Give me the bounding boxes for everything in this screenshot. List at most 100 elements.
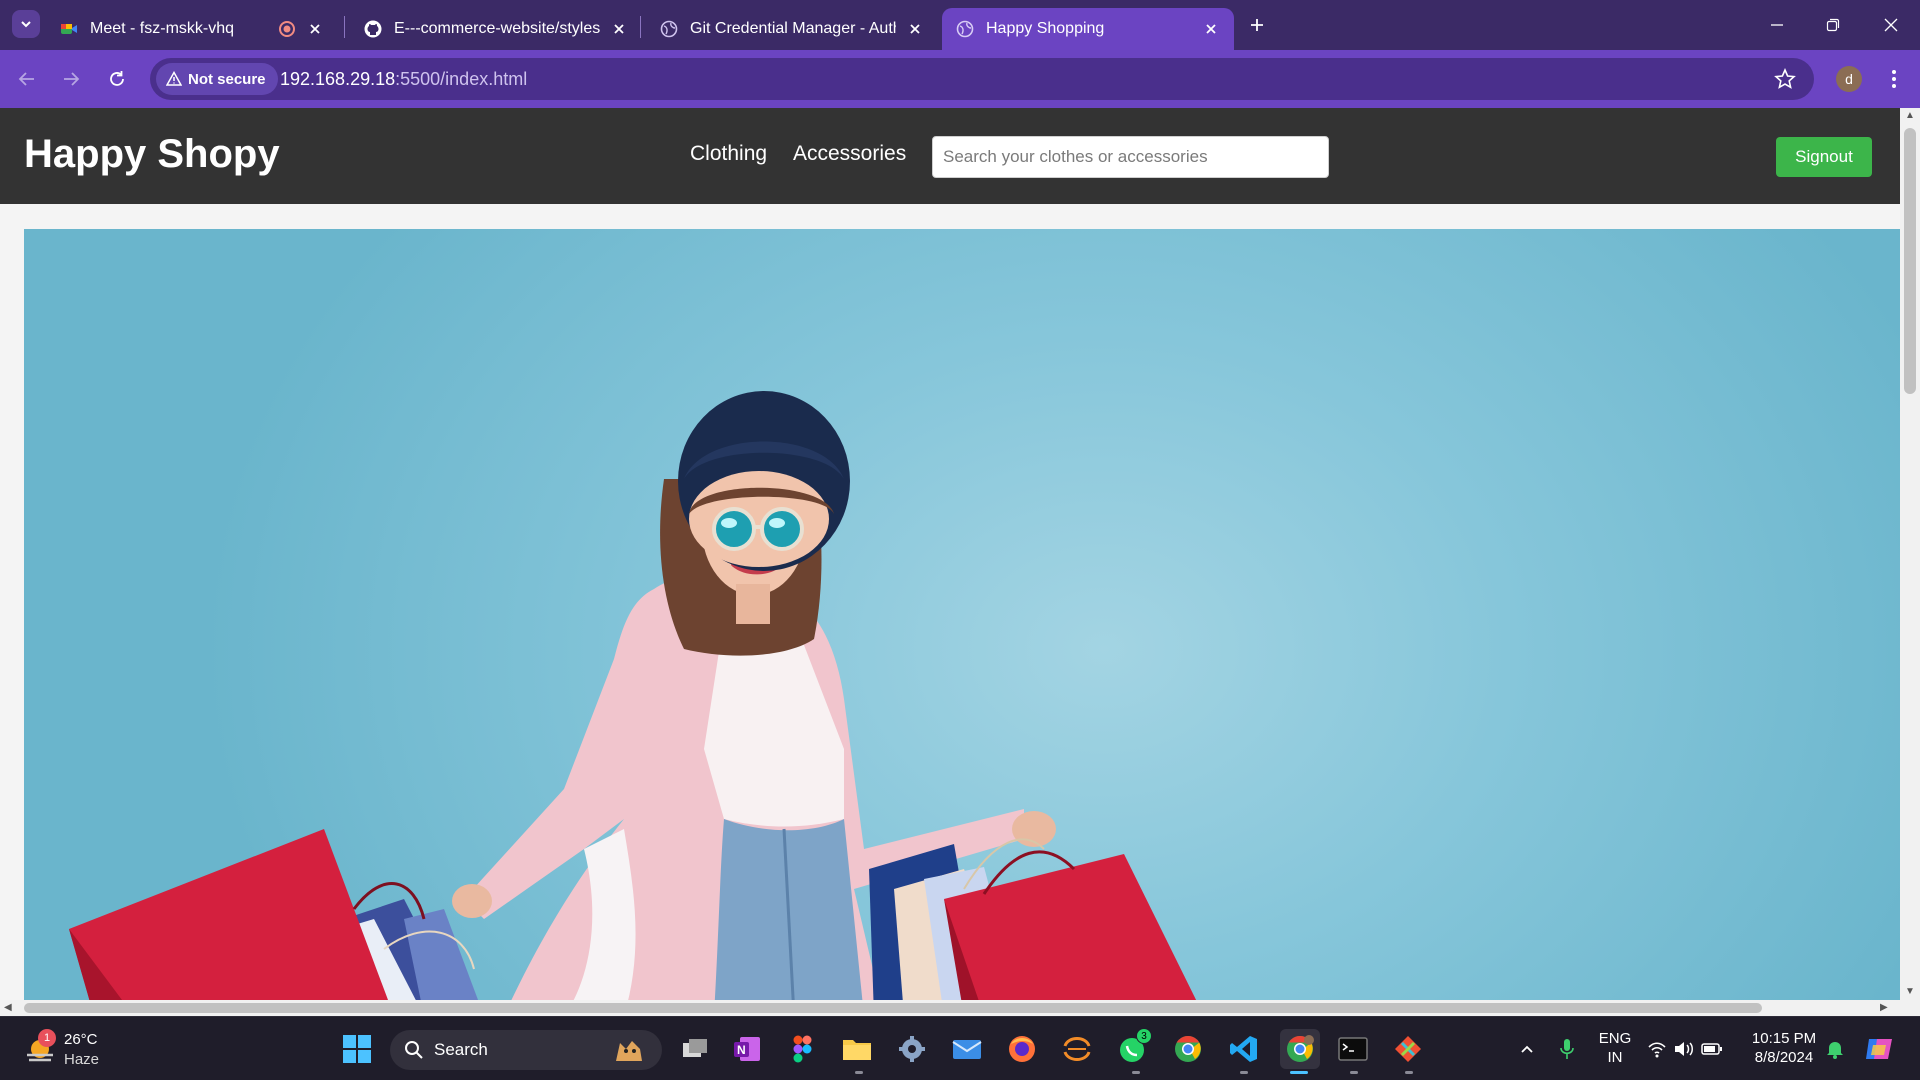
tab-happy-shopping[interactable]: Happy Shopping bbox=[942, 8, 1234, 50]
firefox-app[interactable] bbox=[1005, 1032, 1039, 1066]
scroll-right-icon[interactable]: ▶ bbox=[1880, 1002, 1888, 1013]
recording-icon bbox=[278, 20, 296, 38]
copilot-icon bbox=[1866, 1039, 1892, 1059]
settings-app[interactable] bbox=[895, 1032, 929, 1066]
new-tab-button[interactable] bbox=[1244, 12, 1270, 38]
tab-title: Happy Shopping bbox=[986, 20, 1105, 37]
url-text[interactable]: 192.168.29.18:5500/index.html bbox=[280, 69, 527, 90]
git-icon bbox=[1395, 1036, 1421, 1062]
reload-icon bbox=[110, 71, 124, 86]
network-volume-battery[interactable] bbox=[1645, 1032, 1725, 1066]
volume-icon bbox=[1675, 1042, 1693, 1056]
star-icon bbox=[1774, 67, 1796, 89]
plus-icon bbox=[1251, 19, 1263, 31]
nav-link-accessories[interactable]: Accessories bbox=[793, 142, 906, 166]
more-vertical-icon bbox=[1892, 70, 1896, 88]
microphone-button[interactable] bbox=[1550, 1032, 1584, 1066]
bookmark-star-button[interactable] bbox=[1774, 67, 1796, 90]
url-path: :5500/index.html bbox=[395, 69, 528, 89]
whatsapp-app[interactable]: 3 bbox=[1116, 1028, 1152, 1066]
site-logo[interactable]: Happy Shopy bbox=[24, 132, 280, 177]
chrome-icon bbox=[1287, 1035, 1314, 1062]
tab-search-button[interactable] bbox=[12, 10, 40, 38]
close-icon[interactable] bbox=[906, 20, 924, 38]
language-indicator[interactable]: ENG IN bbox=[1594, 1029, 1636, 1067]
close-icon bbox=[1884, 18, 1898, 32]
show-hidden-icons-button[interactable] bbox=[1510, 1032, 1544, 1066]
hero-banner-image bbox=[24, 229, 1900, 1016]
firefox-icon bbox=[1009, 1036, 1035, 1062]
browser-menu-button[interactable] bbox=[1884, 66, 1904, 92]
mail-icon bbox=[952, 1040, 982, 1059]
chrome-icon bbox=[1175, 1035, 1201, 1062]
running-indicator bbox=[1240, 1071, 1248, 1074]
scroll-down-icon[interactable]: ▼ bbox=[1905, 986, 1915, 997]
onenote-app[interactable]: N bbox=[730, 1032, 764, 1066]
address-bar[interactable]: Not secure 192.168.29.18:5500/index.html bbox=[150, 58, 1814, 100]
reload-button[interactable] bbox=[102, 64, 132, 94]
site-header: Happy Shopy Clothing Accessories Signout bbox=[0, 108, 1900, 204]
weather-widget[interactable]: 1 26°C Haze bbox=[22, 1029, 122, 1069]
running-indicator bbox=[1350, 1071, 1358, 1074]
figma-app[interactable] bbox=[786, 1032, 820, 1066]
language-region: IN bbox=[1607, 1049, 1623, 1066]
back-button[interactable] bbox=[12, 64, 42, 94]
taskbar-search[interactable]: Search bbox=[390, 1030, 662, 1070]
security-chip[interactable]: Not secure bbox=[156, 63, 278, 95]
globe-icon bbox=[956, 20, 974, 38]
running-indicator bbox=[855, 1071, 863, 1074]
signout-button[interactable]: Signout bbox=[1776, 137, 1872, 177]
tab-github[interactable]: E---commerce-website/styles.css bbox=[350, 8, 642, 50]
tab-meet[interactable]: Meet - fsz-mskk-vhq bbox=[46, 8, 338, 50]
start-button[interactable] bbox=[340, 1032, 374, 1066]
file-explorer-app[interactable] bbox=[840, 1032, 874, 1066]
tab-separator bbox=[640, 16, 641, 38]
chrome-profile-app-active[interactable] bbox=[1280, 1029, 1320, 1069]
copilot-button[interactable] bbox=[1862, 1032, 1896, 1066]
google-meet-icon bbox=[60, 20, 78, 38]
onenote-icon: N bbox=[734, 1037, 760, 1061]
tab-separator bbox=[344, 16, 345, 38]
close-icon[interactable] bbox=[610, 20, 628, 38]
taskbar-search-label: Search bbox=[434, 1040, 488, 1059]
git-app[interactable] bbox=[1391, 1032, 1425, 1066]
vertical-scrollbar[interactable]: ▲ ▼ bbox=[1900, 108, 1920, 1000]
url-host: 192.168.29.18 bbox=[280, 69, 396, 89]
bell-icon bbox=[1827, 1042, 1843, 1059]
shopping-woman-illustration bbox=[69, 391, 1204, 1016]
close-icon[interactable] bbox=[306, 20, 324, 38]
figma-icon bbox=[793, 1035, 812, 1063]
gear-icon bbox=[899, 1036, 925, 1062]
terminal-app[interactable] bbox=[1336, 1032, 1370, 1066]
chrome-app[interactable] bbox=[1171, 1032, 1205, 1066]
horizontal-scroll-thumb[interactable] bbox=[24, 1003, 1762, 1013]
nav-link-clothing[interactable]: Clothing bbox=[690, 142, 767, 166]
horizontal-scrollbar[interactable]: ◀ ▶ bbox=[0, 1000, 1920, 1016]
mail-app[interactable] bbox=[950, 1032, 984, 1066]
security-label: Not secure bbox=[188, 70, 266, 88]
close-window-button[interactable] bbox=[1876, 10, 1906, 40]
vertical-scroll-thumb[interactable] bbox=[1904, 128, 1916, 394]
folder-icon bbox=[843, 1040, 871, 1060]
clock-time: 10:15 PM bbox=[1751, 1030, 1817, 1047]
scroll-up-icon[interactable]: ▲ bbox=[1905, 110, 1915, 121]
forward-button[interactable] bbox=[56, 64, 86, 94]
eclipse-app[interactable] bbox=[1060, 1032, 1094, 1066]
clock[interactable]: 10:15 PM 8/8/2024 bbox=[1744, 1029, 1824, 1067]
minimize-button[interactable] bbox=[1762, 10, 1792, 40]
microphone-icon bbox=[1560, 1039, 1574, 1059]
terminal-icon bbox=[1338, 1037, 1368, 1061]
search-input[interactable] bbox=[932, 136, 1329, 178]
vscode-app[interactable] bbox=[1227, 1032, 1261, 1066]
tab-strip: Meet - fsz-mskk-vhq E---commerce-website… bbox=[0, 0, 1920, 50]
clock-date: 8/8/2024 bbox=[1754, 1049, 1814, 1066]
restore-icon bbox=[1826, 18, 1840, 32]
restore-button[interactable] bbox=[1818, 10, 1848, 40]
task-view-button[interactable] bbox=[678, 1032, 712, 1066]
notifications-button[interactable] bbox=[1818, 1032, 1852, 1066]
scroll-left-icon[interactable]: ◀ bbox=[4, 1002, 12, 1013]
search-icon bbox=[405, 1041, 423, 1059]
tab-git-credential[interactable]: Git Credential Manager - Authentication bbox=[646, 8, 938, 50]
profile-avatar[interactable]: d bbox=[1836, 66, 1862, 92]
close-icon[interactable] bbox=[1202, 20, 1220, 38]
